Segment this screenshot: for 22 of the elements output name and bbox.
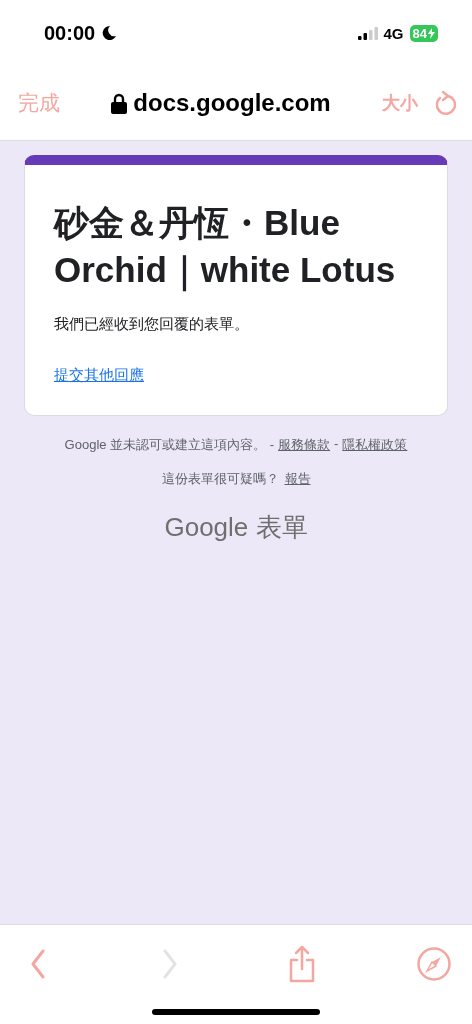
report-link[interactable]: 報告 (284, 470, 311, 488)
brand-logo-text: Google 表單 (164, 511, 308, 544)
confirmation-message: 我們已經收到您回覆的表單。 (54, 315, 250, 334)
moon-icon (101, 25, 118, 41)
battery-indicator: 84 (409, 24, 438, 42)
compass-button[interactable] (416, 946, 452, 982)
forward-icon (163, 949, 177, 979)
compass-icon (416, 946, 452, 982)
submit-another-link[interactable]: 提交其他回應 (54, 366, 144, 385)
disclaimer-text: Google 並未認可或建立這項內容。 - (64, 436, 275, 454)
network-label: 4G (383, 24, 404, 42)
terms-link[interactable]: 服務條款 (278, 436, 331, 454)
share-icon (287, 945, 317, 983)
status-time: 00:00 (44, 21, 96, 45)
back-icon (31, 949, 45, 979)
signal-icon (357, 26, 378, 40)
lock-icon (111, 92, 128, 114)
separator-text: - (334, 436, 339, 453)
url-text[interactable]: docs.google.com (133, 89, 331, 117)
privacy-link[interactable]: 隱私權政策 (342, 436, 408, 454)
form-title: 砂金＆丹恆・Blue Orchid｜white Lotus (54, 199, 418, 293)
question-text: 這份表單很可疑嗎？ (161, 470, 279, 488)
